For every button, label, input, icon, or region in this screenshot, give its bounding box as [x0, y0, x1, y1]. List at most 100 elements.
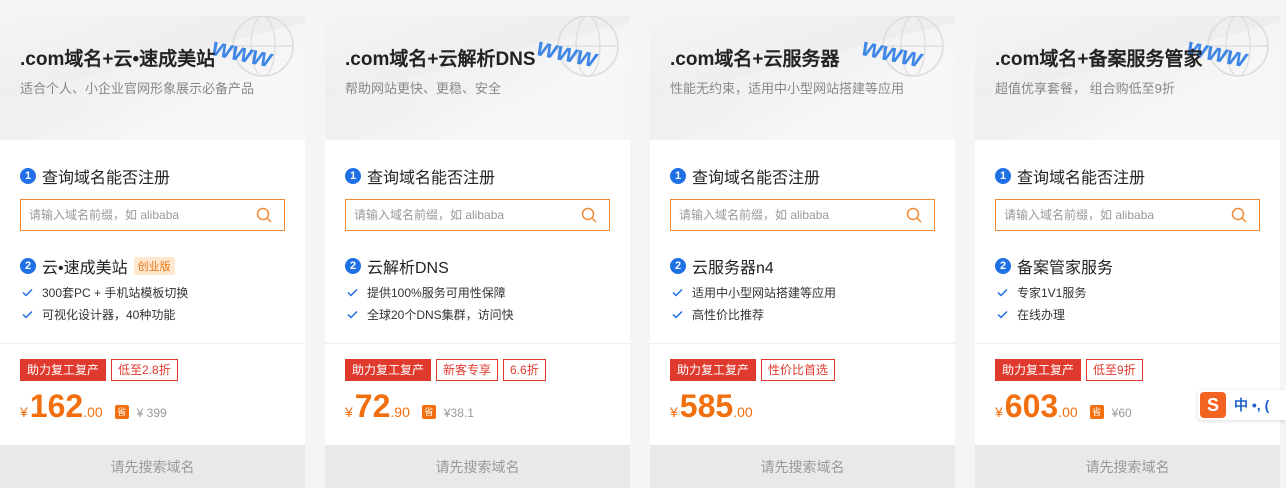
price: ¥ 603 .00 省 ¥60 [995, 388, 1132, 425]
check-icon [347, 310, 358, 319]
globe-www-icon: www [534, 16, 619, 77]
currency-symbol: ¥ [670, 404, 678, 420]
promo-tag: 低至9折 [1086, 359, 1143, 381]
promo-tags: 助力复工复产 性价比首选 [670, 359, 840, 381]
product-name: 云解析DNS [367, 260, 449, 277]
promo-tag: 低至2.8折 [111, 359, 178, 381]
price-integer: 585 [679, 388, 734, 424]
feature-item: 在线办理 [997, 306, 1065, 323]
card-title: .com域名+云•速成美站 [20, 49, 216, 70]
product-card-1: www .com域名+云•速成美站 适合个人、小企业官网形象展示必备产品 1 查… [0, 16, 305, 488]
feature-item: 专家1V1服务 [997, 284, 1086, 301]
feature-item: 高性价比推荐 [672, 306, 764, 323]
step-label: 查询域名能否注册 [692, 170, 821, 187]
card-title: .com域名+云解析DNS [345, 49, 536, 70]
price-decimal: .00 [733, 404, 753, 420]
price-decimal: .00 [83, 404, 103, 420]
search-domain-first-button[interactable]: 请先搜索域名 [0, 445, 305, 488]
price-integer: 603 [1004, 388, 1059, 424]
feature-text: 适用中小型网站搭建等应用 [692, 286, 837, 300]
search-domain-first-button[interactable]: 请先搜索域名 [650, 445, 955, 488]
card-header: www .com域名+云解析DNS 帮助网站更快、更稳、安全 [325, 16, 630, 140]
product-name: 备案管家服务 [1017, 260, 1114, 277]
search-icon[interactable] [581, 207, 597, 223]
domain-search-box [20, 199, 285, 231]
step-1: 1 查询域名能否注册 [670, 164, 820, 188]
price: ¥ 162 .00 省 ¥ 399 [20, 388, 167, 425]
edition-tag: 创业版 [133, 257, 175, 275]
feature-text: 全球20个DNS集群，访问快 [367, 308, 514, 322]
domain-search-input[interactable] [671, 200, 896, 230]
check-icon [997, 288, 1008, 297]
card-header: www .com域名+云•速成美站 适合个人、小企业官网形象展示必备产品 [0, 16, 305, 140]
card-subtitle: 适合个人、小企业官网形象展示必备产品 [20, 81, 255, 96]
search-icon[interactable] [256, 207, 272, 223]
promo-tag: 助力复工复产 [345, 359, 432, 381]
domain-search-box [995, 199, 1260, 231]
card-title: .com域名+云服务器 [670, 49, 840, 70]
domain-search-input[interactable] [996, 200, 1221, 230]
check-icon [672, 288, 683, 297]
divider [325, 343, 630, 344]
price-decimal: .00 [1058, 404, 1078, 420]
step-number-badge: 2 [995, 258, 1011, 274]
domain-search-box [345, 199, 610, 231]
domain-search-input[interactable] [346, 200, 571, 230]
currency-symbol: ¥ [345, 404, 353, 420]
promo-tag: 性价比首选 [761, 359, 836, 381]
currency-symbol: ¥ [20, 404, 28, 420]
promo-tags: 助力复工复产 低至2.8折 [20, 359, 183, 381]
step-number-badge: 1 [670, 168, 686, 184]
product-name: 云•速成美站 [42, 260, 128, 277]
price-decimal: .90 [390, 404, 410, 420]
promo-tag: 助力复工复产 [20, 359, 107, 381]
ime-mode-indicator[interactable]: 中 •, ( [1234, 395, 1269, 415]
step-label: 查询域名能否注册 [1017, 170, 1146, 187]
globe-www-icon: www [859, 16, 944, 77]
step-2: 2 云•速成美站 创业版 [20, 254, 175, 278]
check-icon [347, 288, 358, 297]
step-number-badge: 1 [345, 168, 361, 184]
check-icon [22, 288, 33, 297]
feature-item: 提供100%服务可用性保障 [347, 284, 506, 301]
original-price: ¥38.1 [443, 406, 474, 420]
promo-tag: 助力复工复产 [670, 359, 757, 381]
feature-item: 可视化设计器，40种功能 [22, 306, 175, 323]
step-2: 2 云服务器n4 [670, 254, 774, 278]
feature-text: 专家1V1服务 [1017, 286, 1087, 300]
step-number-badge: 2 [345, 258, 361, 274]
card-header: www .com域名+云服务器 性能无约束，适用中小型网站搭建等应用 [650, 16, 955, 140]
divider [975, 343, 1280, 344]
card-subtitle: 超值优享套餐， 组合购低至9折 [995, 81, 1175, 96]
divider [650, 343, 955, 344]
price: ¥ 72 .90 省 ¥38.1 [345, 388, 474, 425]
step-1: 1 查询域名能否注册 [345, 164, 495, 188]
step-2: 2 备案管家服务 [995, 254, 1113, 278]
original-price: ¥ 399 [136, 406, 167, 420]
currency-symbol: ¥ [995, 404, 1003, 420]
step-number-badge: 1 [20, 168, 36, 184]
promo-tag: 新客专享 [436, 359, 499, 381]
feature-text: 可视化设计器，40种功能 [42, 308, 176, 322]
check-icon [672, 310, 683, 319]
domain-search-box [670, 199, 935, 231]
domain-search-input[interactable] [21, 200, 246, 230]
save-icon: 省 [1089, 405, 1104, 419]
step-label: 查询域名能否注册 [42, 170, 171, 187]
search-domain-first-button[interactable]: 请先搜索域名 [975, 445, 1280, 488]
ime-toolbar[interactable]: S 中 •, ( [1198, 390, 1286, 420]
svg-text:www: www [859, 31, 926, 73]
step-label: 查询域名能否注册 [367, 170, 496, 187]
step-number-badge: 2 [20, 258, 36, 274]
search-icon[interactable] [1231, 207, 1247, 223]
search-domain-first-button[interactable]: 请先搜索域名 [325, 445, 630, 488]
card-header: www .com域名+备案服务管家 超值优享套餐， 组合购低至9折 [975, 16, 1280, 140]
product-name: 云服务器n4 [692, 260, 774, 277]
feature-text: 300套PC + 手机站模板切换 [42, 286, 189, 300]
check-icon [997, 310, 1008, 319]
promo-tag: 6.6折 [503, 359, 546, 381]
search-icon[interactable] [906, 207, 922, 223]
sogou-ime-logo-icon[interactable]: S [1200, 392, 1226, 418]
price-integer: 72 [354, 388, 391, 424]
price: ¥ 585 .00 [670, 388, 753, 425]
